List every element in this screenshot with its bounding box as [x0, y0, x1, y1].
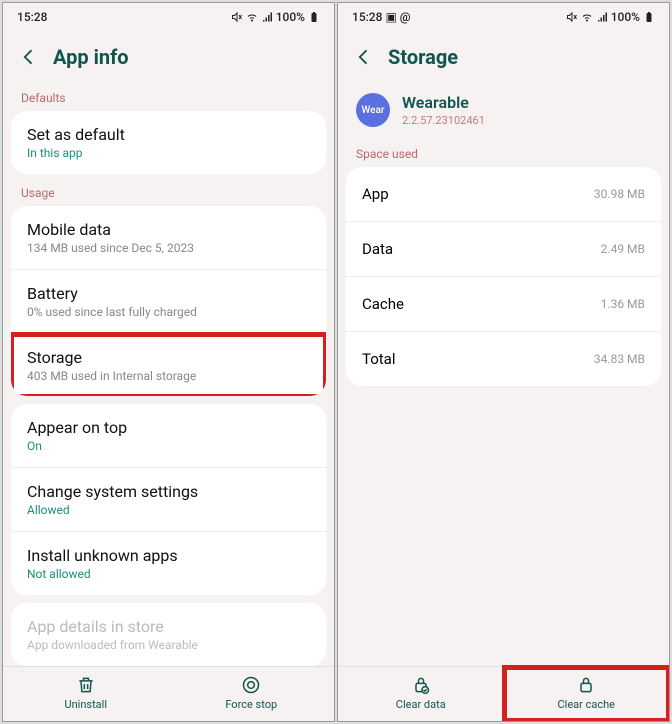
signal-icon [261, 11, 273, 23]
clear-data-icon [411, 675, 431, 695]
stop-icon [241, 675, 261, 695]
row-store-details[interactable]: App details in store App downloaded from… [11, 603, 326, 666]
phone-left: 15:28 100% App info Defaults Set as defa… [2, 2, 335, 722]
row-set-default[interactable]: Set as default In this app [11, 111, 326, 174]
clock: 15:28 [352, 10, 382, 24]
row-data: Data 2.49 MB [346, 222, 661, 277]
app-icon: Wear [356, 93, 390, 127]
card-permissions: Appear on top On Change system settings … [11, 404, 326, 595]
card-store: App details in store App downloaded from… [11, 603, 326, 666]
row-change-system[interactable]: Change system settings Allowed [11, 468, 326, 532]
row-battery[interactable]: Battery 0% used since last fully charged [11, 270, 326, 334]
status-bar: 15:28 ▣ @ 100% [338, 3, 669, 31]
row-cache: Cache 1.36 MB [346, 277, 661, 332]
battery-icon [308, 11, 320, 23]
battery-icon [643, 11, 655, 23]
clear-cache-icon [576, 675, 596, 695]
back-icon[interactable] [19, 47, 39, 67]
page-title: App info [53, 45, 129, 69]
phone-right: 15:28 ▣ @ 100% Storage Wear Wearable 2.2… [337, 2, 670, 722]
wifi-icon [581, 11, 593, 23]
row-appear-on-top[interactable]: Appear on top On [11, 404, 326, 468]
mute-icon [566, 11, 578, 23]
header: App info [3, 31, 334, 87]
bottom-bar: Uninstall Force stop [3, 666, 334, 721]
app-name: Wearable [402, 93, 485, 112]
wifi-icon [246, 11, 258, 23]
clearcache-button[interactable]: Clear cache [504, 667, 670, 721]
forcestop-button[interactable]: Force stop [169, 667, 335, 721]
card-defaults: Set as default In this app [11, 111, 326, 174]
battery-text: 100% [611, 10, 640, 24]
row-mobile-data[interactable]: Mobile data 134 MB used since Dec 5, 202… [11, 206, 326, 270]
uninstall-button[interactable]: Uninstall [3, 667, 169, 721]
app-header: Wear Wearable 2.2.57.23102461 [338, 87, 669, 143]
app-version: 2.2.57.23102461 [402, 114, 485, 127]
row-unknown-apps[interactable]: Install unknown apps Not allowed [11, 532, 326, 595]
clock: 15:28 [17, 10, 47, 24]
row-storage[interactable]: Storage 403 MB used in Internal storage [11, 334, 326, 397]
bottom-bar: Clear data Clear cache [338, 666, 669, 721]
image-icon: ▣ @ [385, 10, 410, 24]
signal-icon [596, 11, 608, 23]
section-defaults: Defaults [3, 87, 334, 111]
status-icons: 100% [566, 10, 655, 24]
card-space: App 30.98 MB Data 2.49 MB Cache 1.36 MB … [346, 167, 661, 386]
battery-text: 100% [276, 10, 305, 24]
row-app: App 30.98 MB [346, 167, 661, 222]
status-bar: 15:28 100% [3, 3, 334, 31]
trash-icon [76, 675, 96, 695]
status-icons: 100% [231, 10, 320, 24]
section-usage: Usage [3, 182, 334, 206]
header: Storage [338, 31, 669, 87]
card-usage: Mobile data 134 MB used since Dec 5, 202… [11, 206, 326, 397]
clock-row: 15:28 ▣ @ [352, 10, 411, 24]
row-total: Total 34.83 MB [346, 332, 661, 386]
mute-icon [231, 11, 243, 23]
back-icon[interactable] [354, 47, 374, 67]
section-space-used: Space used [338, 143, 669, 167]
page-title: Storage [388, 45, 458, 69]
cleardata-button[interactable]: Clear data [338, 667, 504, 721]
